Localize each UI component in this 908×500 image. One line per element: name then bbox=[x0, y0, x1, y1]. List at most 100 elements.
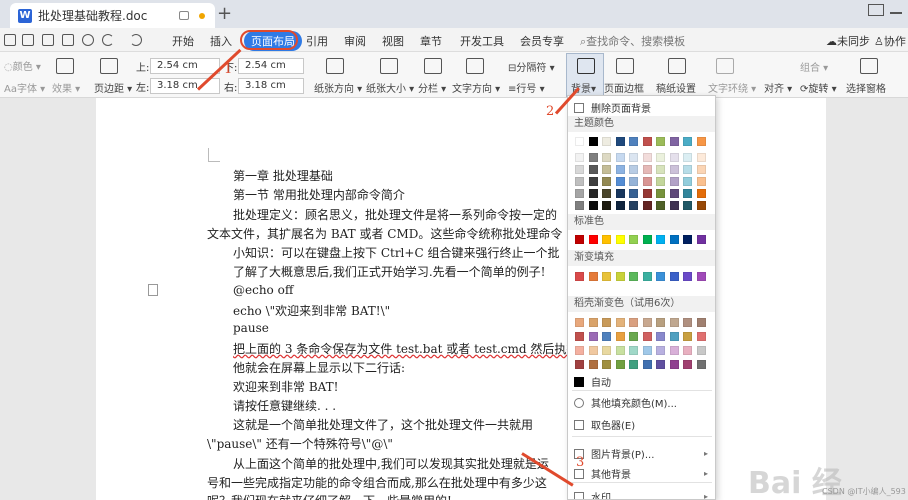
selection-pane-button[interactable]: 选择窗格 bbox=[846, 80, 886, 95]
color-swatch[interactable] bbox=[588, 177, 598, 186]
save-icon[interactable] bbox=[22, 34, 34, 46]
color-swatch[interactable] bbox=[669, 189, 679, 198]
redo-icon[interactable] bbox=[130, 34, 142, 46]
color-swatch[interactable] bbox=[669, 153, 679, 162]
color-swatch[interactable] bbox=[656, 360, 665, 369]
color-swatch[interactable] bbox=[683, 235, 692, 244]
color-swatch[interactable] bbox=[642, 346, 652, 355]
color-swatch[interactable] bbox=[588, 332, 598, 341]
color-swatch[interactable] bbox=[602, 165, 611, 174]
color-swatch[interactable] bbox=[696, 360, 706, 369]
theme-color-button[interactable]: ◌颜色 ▾ bbox=[4, 58, 41, 73]
manuscript-button[interactable]: 稿纸设置 bbox=[656, 80, 696, 95]
menu-view[interactable]: 视图 bbox=[382, 33, 404, 49]
screen-icon[interactable] bbox=[179, 11, 189, 20]
color-swatch[interactable] bbox=[669, 235, 679, 244]
color-swatch[interactable] bbox=[629, 177, 638, 186]
color-swatch[interactable] bbox=[669, 201, 679, 210]
manuscript-icon[interactable] bbox=[668, 58, 686, 74]
remove-background-item[interactable]: 删除页面背景 bbox=[574, 100, 651, 115]
columns-icon[interactable] bbox=[424, 58, 442, 74]
color-swatch[interactable] bbox=[669, 165, 679, 174]
color-swatch[interactable] bbox=[575, 165, 584, 174]
color-swatch[interactable] bbox=[588, 153, 598, 162]
color-swatch[interactable] bbox=[683, 177, 692, 186]
color-swatch[interactable] bbox=[656, 272, 665, 281]
color-swatch[interactable] bbox=[602, 272, 611, 281]
color-swatch[interactable] bbox=[602, 189, 611, 198]
export-icon[interactable] bbox=[42, 34, 54, 46]
color-swatch[interactable] bbox=[615, 165, 625, 174]
columns-button[interactable]: 分栏 ▾ bbox=[418, 80, 446, 95]
color-swatch[interactable] bbox=[642, 137, 652, 146]
page-border-button[interactable]: 页面边框 bbox=[604, 80, 644, 95]
color-swatch[interactable] bbox=[602, 201, 611, 210]
restore-icon[interactable] bbox=[868, 4, 884, 16]
color-swatch[interactable] bbox=[683, 346, 692, 355]
sync-status[interactable]: ☁未同步 bbox=[826, 33, 870, 49]
color-swatch[interactable] bbox=[656, 137, 665, 146]
color-swatch[interactable] bbox=[629, 332, 638, 341]
picture-background-item[interactable]: 图片背景(P)... ▸ bbox=[574, 446, 708, 461]
color-swatch[interactable] bbox=[669, 318, 679, 327]
color-swatch[interactable] bbox=[656, 332, 665, 341]
color-swatch[interactable] bbox=[642, 165, 652, 174]
color-swatch[interactable] bbox=[575, 235, 584, 244]
color-swatch[interactable] bbox=[629, 201, 638, 210]
right-margin-field[interactable]: 3.18 cm bbox=[238, 78, 304, 94]
color-swatch[interactable] bbox=[629, 346, 638, 355]
color-swatch[interactable] bbox=[588, 360, 598, 369]
selection-pane-icon[interactable] bbox=[860, 58, 878, 74]
color-swatch[interactable] bbox=[669, 332, 679, 341]
color-swatch[interactable] bbox=[683, 318, 692, 327]
color-swatch[interactable] bbox=[629, 165, 638, 174]
color-swatch[interactable] bbox=[642, 189, 652, 198]
collaborate-button[interactable]: ♙协作 bbox=[874, 33, 906, 49]
minimize-icon[interactable] bbox=[890, 12, 902, 14]
document-tab[interactable]: W 批处理基础教程.doc bbox=[10, 3, 215, 28]
color-swatch[interactable] bbox=[683, 165, 692, 174]
color-swatch[interactable] bbox=[642, 318, 652, 327]
color-swatch[interactable] bbox=[669, 177, 679, 186]
color-swatch[interactable] bbox=[696, 318, 706, 327]
other-fill-color-item[interactable]: 其他填充颜色(M)... bbox=[574, 395, 677, 410]
color-swatch[interactable] bbox=[615, 137, 625, 146]
color-swatch[interactable] bbox=[669, 272, 679, 281]
color-swatch[interactable] bbox=[575, 272, 584, 281]
separator-button[interactable]: ⊟分隔符 ▾ bbox=[508, 59, 555, 74]
color-swatch[interactable] bbox=[642, 360, 652, 369]
color-swatch[interactable] bbox=[683, 153, 692, 162]
color-swatch[interactable] bbox=[696, 137, 706, 146]
margins-button[interactable]: 页边距 ▾ bbox=[94, 80, 132, 95]
menu-icon[interactable] bbox=[4, 34, 16, 46]
color-swatch[interactable] bbox=[656, 153, 665, 162]
undo-icon[interactable] bbox=[102, 34, 114, 46]
color-swatch[interactable] bbox=[642, 153, 652, 162]
color-swatch[interactable] bbox=[629, 360, 638, 369]
color-swatch[interactable] bbox=[588, 272, 598, 281]
margins-icon[interactable] bbox=[100, 58, 118, 74]
color-swatch[interactable] bbox=[629, 137, 638, 146]
color-swatch[interactable] bbox=[588, 346, 598, 355]
top-margin-field[interactable]: 2.54 cm bbox=[150, 58, 220, 74]
print-icon[interactable] bbox=[62, 34, 74, 46]
color-swatch[interactable] bbox=[696, 201, 706, 210]
color-swatch[interactable] bbox=[575, 346, 584, 355]
color-swatch[interactable] bbox=[656, 165, 665, 174]
paper-size-icon[interactable] bbox=[380, 58, 398, 74]
color-swatch[interactable] bbox=[696, 165, 706, 174]
color-swatch[interactable] bbox=[575, 360, 584, 369]
color-swatch[interactable] bbox=[696, 177, 706, 186]
auto-color-item[interactable]: 自动 bbox=[574, 374, 611, 389]
color-swatch[interactable] bbox=[656, 201, 665, 210]
line-numbers-button[interactable]: ≡行号 ▾ bbox=[508, 80, 545, 95]
color-swatch[interactable] bbox=[696, 153, 706, 162]
color-swatch[interactable] bbox=[602, 153, 611, 162]
color-swatch[interactable] bbox=[683, 201, 692, 210]
color-swatch[interactable] bbox=[588, 201, 598, 210]
menu-membership[interactable]: 会员专享 bbox=[520, 33, 564, 49]
color-swatch[interactable] bbox=[683, 189, 692, 198]
menu-references[interactable]: 引用 bbox=[306, 33, 328, 49]
color-swatch[interactable] bbox=[588, 189, 598, 198]
watermark-item[interactable]: 水印 ▸ bbox=[574, 489, 708, 499]
